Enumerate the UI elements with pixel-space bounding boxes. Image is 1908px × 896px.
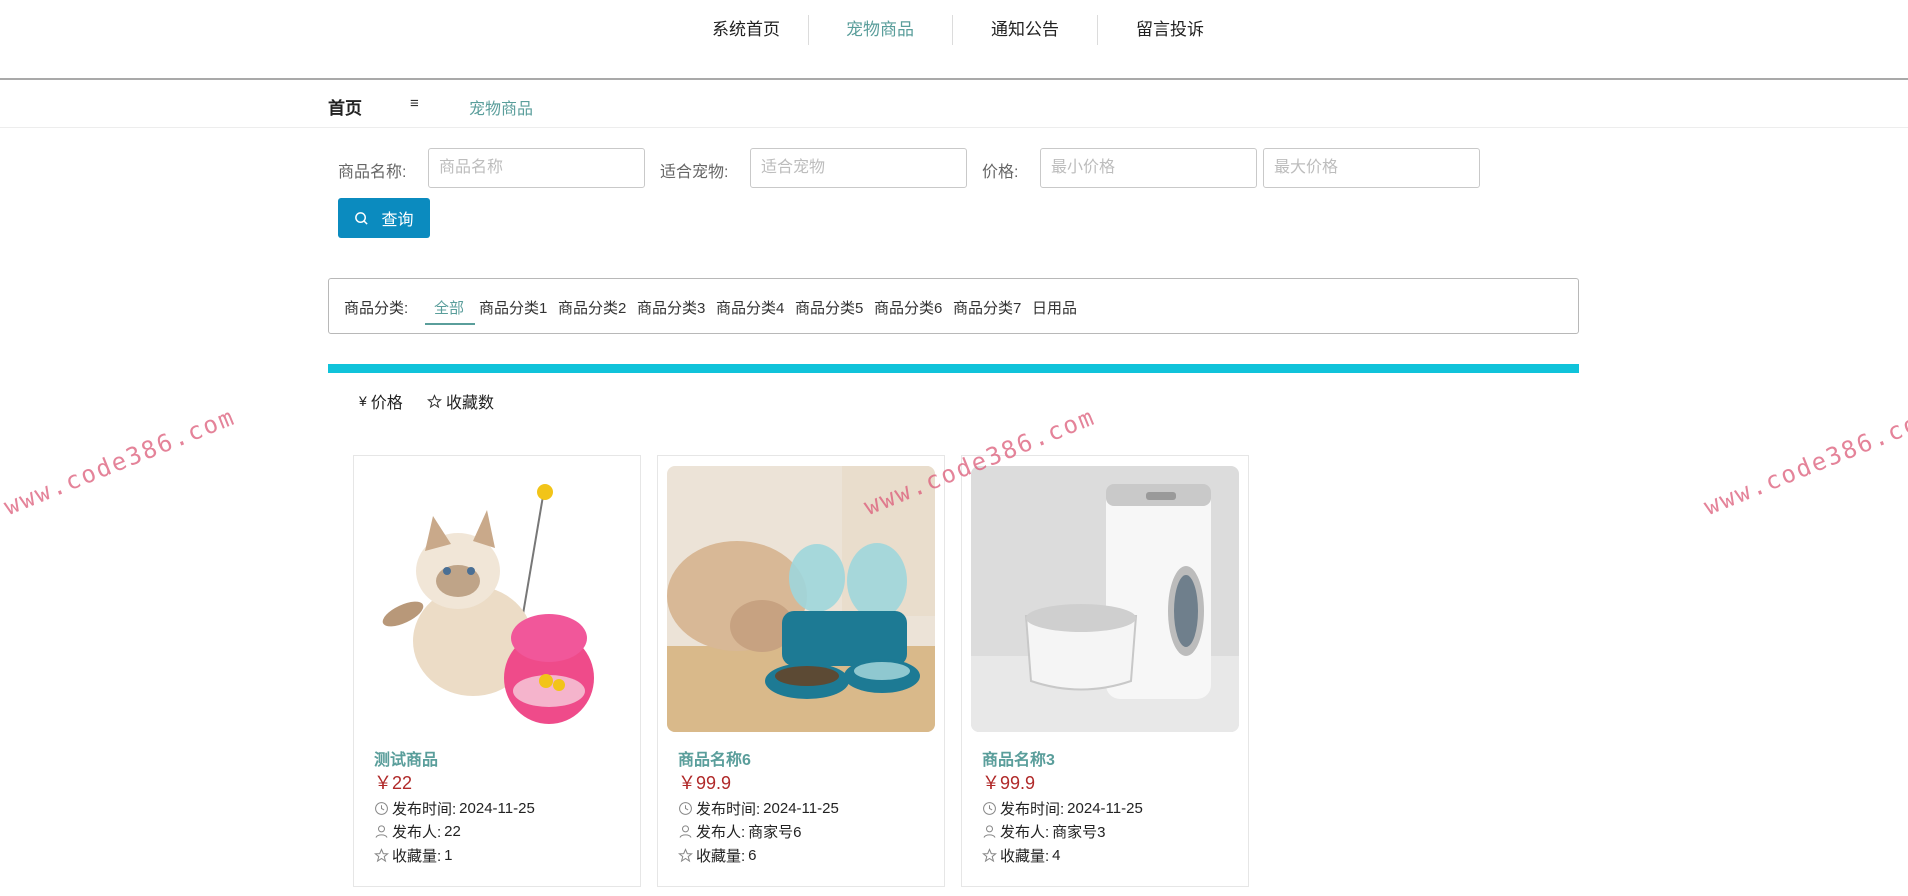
section-divider-bar — [328, 364, 1579, 373]
product-title[interactable]: 商品名称3 — [982, 746, 1055, 770]
favorite-count: 收藏量: 1 — [374, 845, 453, 866]
nav-item-complaints[interactable]: 留言投诉 — [1120, 0, 1220, 60]
star-icon — [678, 848, 693, 863]
product-price: ￥99.9 — [982, 773, 1036, 793]
category-item[interactable]: 商品分类1 — [479, 297, 547, 318]
auto-feeder-image — [971, 466, 1239, 732]
product-price: ￥99.9 — [678, 773, 732, 793]
nav-divider — [1097, 15, 1098, 45]
publisher-label: 发布人: — [1000, 824, 1050, 841]
product-card[interactable]: 商品名称6 ￥99.9 发布时间: 2024-11-25 发布人: 商家号6 收藏量… — [657, 455, 945, 887]
search-icon — [355, 211, 369, 225]
breadcrumb-home[interactable]: 首页 — [328, 94, 362, 119]
category-item[interactable]: 商品分类5 — [795, 297, 863, 318]
product-title[interactable]: 测试商品 — [374, 746, 438, 770]
publisher: 发布人: 22 — [374, 821, 461, 842]
category-item[interactable]: 商品分类2 — [558, 297, 626, 318]
star-icon — [427, 393, 442, 408]
product-image[interactable] — [971, 466, 1239, 732]
product-title[interactable]: 商品名称6 — [678, 746, 751, 770]
sort-by-favorites[interactable]: 收藏数 — [427, 389, 494, 413]
category-item[interactable]: 商品分类4 — [716, 297, 784, 318]
publisher: 发布人: 商家号6 — [678, 821, 802, 842]
star-icon — [374, 848, 389, 863]
publish-time-label: 发布时间: — [392, 801, 457, 818]
watermark: www.code386.com — [0, 402, 240, 521]
sort-by-price[interactable]: ¥ 价格 — [359, 389, 403, 413]
publish-time-value: 2024-11-25 — [763, 800, 839, 817]
user-icon — [679, 825, 692, 838]
favorite-count-label: 收藏量: — [392, 848, 442, 865]
favorite-count-value: 6 — [748, 847, 757, 864]
nav-item-pet-products[interactable]: 宠物商品 — [830, 0, 930, 60]
product-price: ￥22 — [374, 773, 413, 793]
publisher-value: 商家号3 — [1052, 824, 1106, 841]
category-item[interactable]: 商品分类3 — [637, 297, 705, 318]
clock-icon — [983, 802, 996, 815]
sort-favorites-label: 收藏数 — [446, 395, 495, 412]
cat-with-toy-image — [363, 466, 631, 732]
top-nav: 系统首页 宠物商品 通知公告 留言投诉 — [0, 0, 1908, 80]
sort-price-label: 价格 — [370, 395, 403, 412]
favorite-count-value: 4 — [1052, 847, 1061, 864]
breadcrumb: 首页 ≡ 宠物商品 — [0, 82, 1908, 128]
product-card[interactable]: 商品名称3 ￥99.9 发布时间: 2024-11-25 发布人: 商家号3 收藏量… — [961, 455, 1249, 887]
user-icon — [375, 825, 388, 838]
category-item[interactable]: 日用品 — [1032, 297, 1077, 318]
publish-time: 发布时间: 2024-11-25 — [374, 798, 535, 819]
category-item[interactable]: 商品分类6 — [874, 297, 942, 318]
publish-time-value: 2024-11-25 — [1067, 800, 1143, 817]
min-price-input[interactable] — [1040, 148, 1257, 188]
publisher: 发布人: 商家号3 — [982, 821, 1106, 842]
watermark: www.code386.com — [1700, 402, 1908, 521]
publish-time-label: 发布时间: — [1000, 801, 1065, 818]
publisher-label: 发布人: — [392, 824, 442, 841]
pet-type-input[interactable] — [750, 148, 967, 188]
pet-type-label: 适合宠物: — [660, 164, 729, 181]
breadcrumb-current: 宠物商品 — [469, 101, 534, 118]
category-all[interactable]: 全部 — [434, 297, 464, 318]
clock-icon — [375, 802, 388, 815]
nav-divider — [952, 15, 953, 45]
nav-divider — [808, 15, 809, 45]
yen-icon: ¥ — [359, 393, 367, 409]
user-icon — [983, 825, 996, 838]
publisher-value: 22 — [444, 823, 461, 840]
publish-time-label: 发布时间: — [696, 801, 761, 818]
nav-item-home[interactable]: 系统首页 — [696, 0, 796, 60]
star-icon — [982, 848, 997, 863]
product-image[interactable] — [363, 466, 631, 732]
product-name-label: 商品名称: — [338, 164, 407, 181]
favorite-count-label: 收藏量: — [696, 848, 746, 865]
publish-time-value: 2024-11-25 — [459, 800, 535, 817]
publisher-label: 发布人: — [696, 824, 746, 841]
max-price-input[interactable] — [1263, 148, 1480, 188]
price-label: 价格: — [982, 164, 1019, 181]
product-card[interactable]: 测试商品 ￥22 发布时间: 2024-11-25 发布人: 22 收藏量: 1 — [353, 455, 641, 887]
favorite-count: 收藏量: 6 — [678, 845, 757, 866]
favorite-count-value: 1 — [444, 847, 453, 864]
clock-icon — [679, 802, 692, 815]
category-label: 商品分类: — [344, 300, 409, 317]
nav-item-notices[interactable]: 通知公告 — [975, 0, 1075, 60]
category-active-underline — [425, 323, 475, 325]
product-name-input[interactable] — [428, 148, 645, 188]
favorite-count-label: 收藏量: — [1000, 848, 1050, 865]
search-button-label: 查询 — [381, 212, 414, 229]
publisher-value: 商家号6 — [748, 824, 802, 841]
breadcrumb-separator: ≡ — [410, 95, 419, 112]
category-item[interactable]: 商品分类7 — [953, 297, 1021, 318]
category-filter: 商品分类: 全部 商品分类1 商品分类2 商品分类3 商品分类4 商品分类5 商… — [328, 278, 1579, 334]
publish-time: 发布时间: 2024-11-25 — [982, 798, 1143, 819]
publish-time: 发布时间: 2024-11-25 — [678, 798, 839, 819]
search-button[interactable]: 查询 — [338, 198, 430, 238]
favorite-count: 收藏量: 4 — [982, 845, 1061, 866]
